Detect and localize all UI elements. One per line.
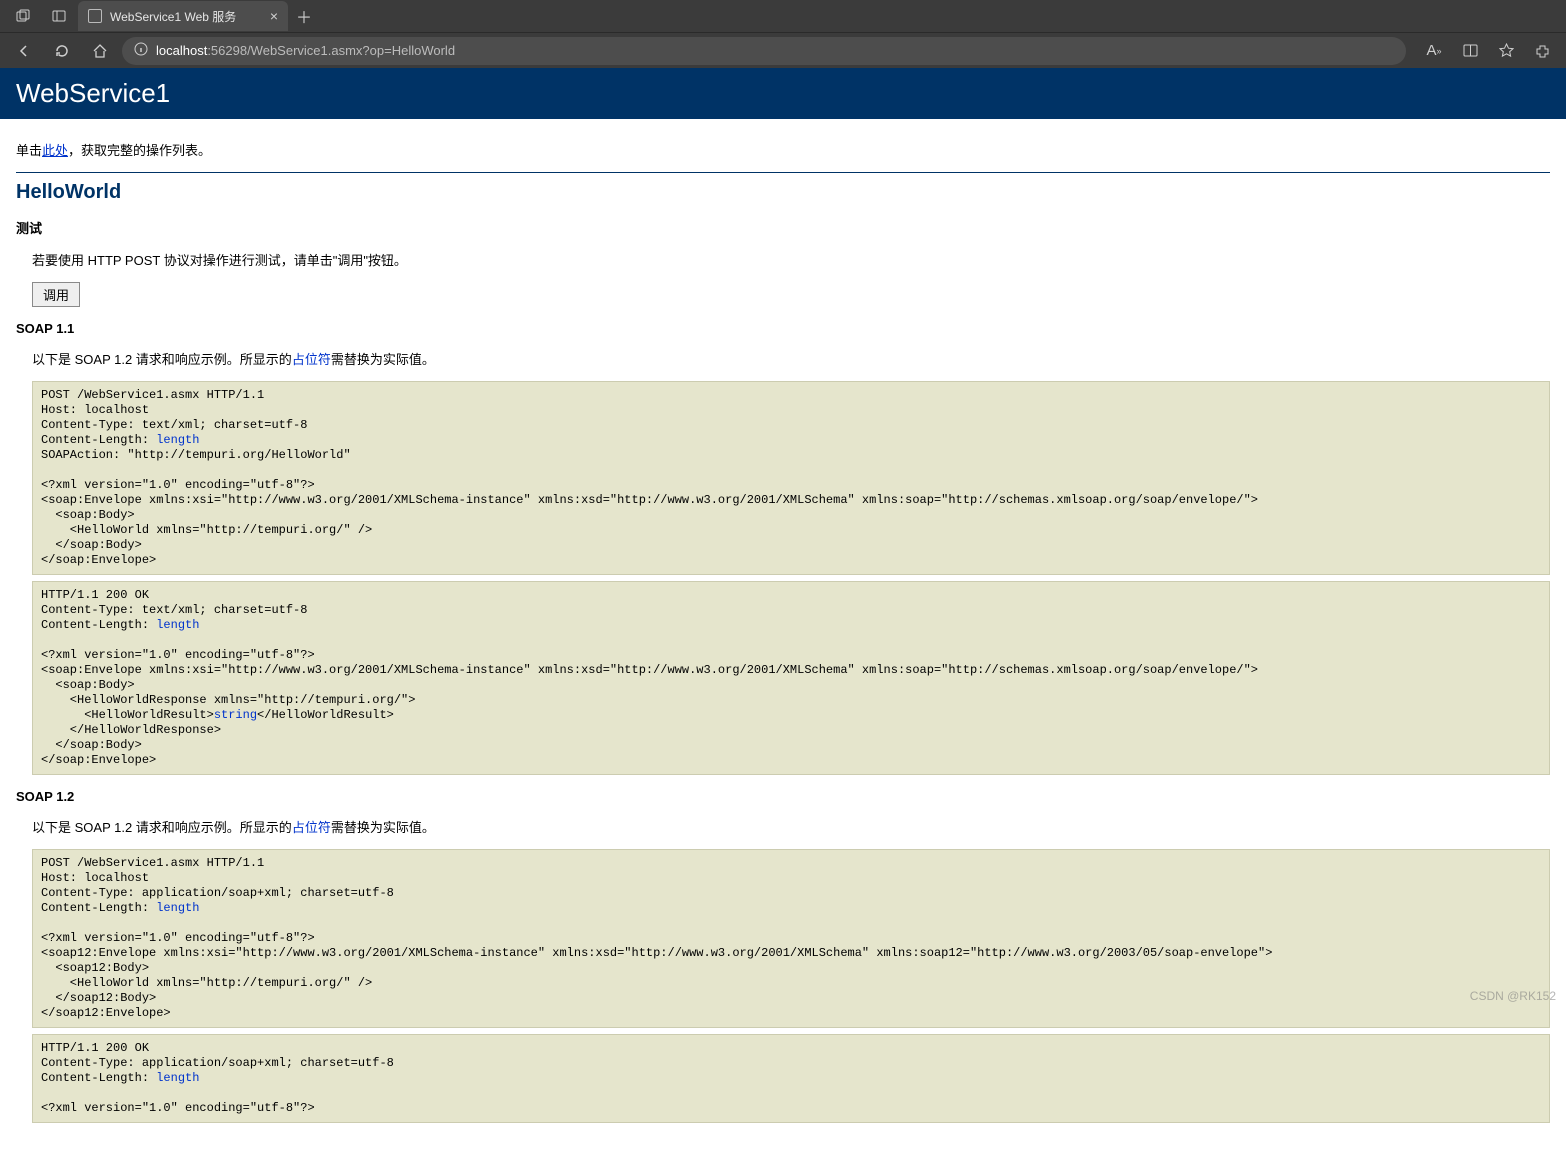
placeholder-literal: 占位符 bbox=[292, 820, 331, 835]
soap12-description: 以下是 SOAP 1.2 请求和响应示例。所显示的占位符需替换为实际值。 bbox=[32, 817, 1550, 836]
tab-title: WebService1 Web 服务 bbox=[110, 8, 236, 25]
test-description: 若要使用 HTTP POST 协议对操作进行测试，请单击"调用"按钮。 bbox=[32, 250, 1550, 269]
operations-link[interactable]: 此处 bbox=[42, 143, 68, 158]
soap-desc-prefix: 以下是 SOAP 1.2 请求和响应示例。所显示的 bbox=[32, 820, 292, 835]
tab-strip: WebService1 Web 服务 × ＋ bbox=[0, 0, 1566, 32]
page-header: WebService1 bbox=[0, 68, 1566, 119]
close-icon[interactable]: × bbox=[270, 8, 278, 24]
back-button[interactable] bbox=[8, 37, 40, 65]
url-host: localhost bbox=[156, 43, 207, 58]
placeholder-length: length bbox=[156, 433, 199, 447]
nav-row: localhost:56298/WebService1.asmx?op=Hell… bbox=[0, 32, 1566, 68]
page-icon bbox=[88, 9, 102, 23]
url-text: localhost:56298/WebService1.asmx?op=Hell… bbox=[156, 43, 455, 58]
soap11-request: POST /WebService1.asmx HTTP/1.1 Host: lo… bbox=[32, 381, 1550, 575]
soap-desc-suffix: 需替换为实际值。 bbox=[331, 820, 435, 835]
address-bar[interactable]: localhost:56298/WebService1.asmx?op=Hell… bbox=[122, 37, 1406, 65]
url-path: :56298/WebService1.asmx?op=HelloWorld bbox=[207, 43, 455, 58]
reader-icon[interactable] bbox=[1454, 37, 1486, 65]
placeholder-literal: 占位符 bbox=[292, 352, 331, 367]
placeholder-length: length bbox=[156, 618, 199, 632]
soap11-description: 以下是 SOAP 1.2 请求和响应示例。所显示的占位符需替换为实际值。 bbox=[32, 349, 1550, 368]
page-content: 单击此处，获取完整的操作列表。 HelloWorld 测试 若要使用 HTTP … bbox=[0, 119, 1566, 1169]
placeholder-length: length bbox=[156, 1071, 199, 1085]
tab-overview-icon[interactable] bbox=[6, 2, 40, 30]
favorite-icon[interactable] bbox=[1490, 37, 1522, 65]
soap12-heading: SOAP 1.2 bbox=[16, 789, 1550, 804]
new-tab-button[interactable]: ＋ bbox=[290, 2, 318, 30]
intro-prefix: 单击 bbox=[16, 143, 42, 158]
intro-line: 单击此处，获取完整的操作列表。 bbox=[16, 140, 1550, 159]
placeholder-length: length bbox=[156, 901, 199, 915]
read-aloud-icon[interactable]: A» bbox=[1418, 37, 1450, 65]
page-title: WebService1 bbox=[16, 78, 1550, 109]
soap12-response: HTTP/1.1 200 OK Content-Type: applicatio… bbox=[32, 1034, 1550, 1123]
browser-chrome: WebService1 Web 服务 × ＋ localhost:56298/W… bbox=[0, 0, 1566, 68]
test-heading: 测试 bbox=[16, 218, 1550, 237]
intro-suffix: ，获取完整的操作列表。 bbox=[68, 143, 211, 158]
soap-desc-suffix: 需替换为实际值。 bbox=[331, 352, 435, 367]
extensions-icon[interactable] bbox=[1526, 37, 1558, 65]
home-button[interactable] bbox=[84, 37, 116, 65]
browser-tab[interactable]: WebService1 Web 服务 × bbox=[78, 1, 288, 31]
panel-icon[interactable] bbox=[42, 2, 76, 30]
operation-name: HelloWorld bbox=[16, 181, 1550, 204]
refresh-button[interactable] bbox=[46, 37, 78, 65]
soap12-request: POST /WebService1.asmx HTTP/1.1 Host: lo… bbox=[32, 849, 1550, 1028]
soap11-response: HTTP/1.1 200 OK Content-Type: text/xml; … bbox=[32, 581, 1550, 775]
soap11-heading: SOAP 1.1 bbox=[16, 321, 1550, 336]
soap-desc-prefix: 以下是 SOAP 1.2 请求和响应示例。所显示的 bbox=[32, 352, 292, 367]
site-info-icon[interactable] bbox=[134, 42, 148, 59]
divider bbox=[16, 172, 1550, 173]
placeholder-string: string bbox=[214, 708, 257, 722]
invoke-button[interactable]: 调用 bbox=[32, 282, 80, 307]
